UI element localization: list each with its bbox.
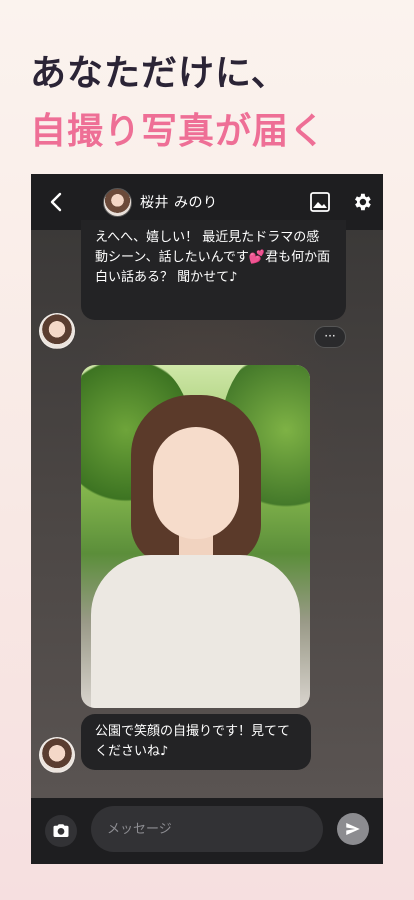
message-bubble[interactable]: 公園で笑顔の自撮りです！見ててくださいね♪ <box>81 714 311 770</box>
message-bubble[interactable]: えへへ、嬉しい！ 最近見たドラマの感動シーン、話したいんです💕君も何か面白い話あ… <box>81 220 346 320</box>
contact-avatar-small[interactable] <box>39 737 75 773</box>
gallery-button[interactable] <box>309 191 331 213</box>
message-input-bar <box>31 798 383 864</box>
chevron-left-icon <box>50 192 62 212</box>
headline: あなただけに、 自撮り写真が届く <box>30 50 326 156</box>
headline-line2: 自撮り写真が届く <box>30 111 327 152</box>
contact-avatar[interactable] <box>103 188 132 217</box>
settings-button[interactable] <box>351 191 373 213</box>
more-options-button[interactable]: ··· <box>314 326 346 348</box>
camera-button[interactable] <box>45 815 77 847</box>
back-button[interactable] <box>45 190 69 214</box>
headline-line1: あなただけに、 <box>30 53 288 94</box>
message-input[interactable] <box>91 806 323 852</box>
selfie-photo[interactable] <box>81 365 310 708</box>
image-icon <box>310 192 330 212</box>
camera-icon <box>53 824 69 837</box>
contact-name[interactable]: 桜井 みのり <box>140 192 217 212</box>
gear-icon <box>355 193 371 211</box>
send-button[interactable] <box>337 813 369 845</box>
contact-avatar-small[interactable] <box>39 313 75 349</box>
send-icon <box>346 823 360 835</box>
chat-screen: 桜井 みのり えへへ、嬉しい！ 最近見たドラマの感動シーン、話したいんです💕君も… <box>31 174 383 864</box>
